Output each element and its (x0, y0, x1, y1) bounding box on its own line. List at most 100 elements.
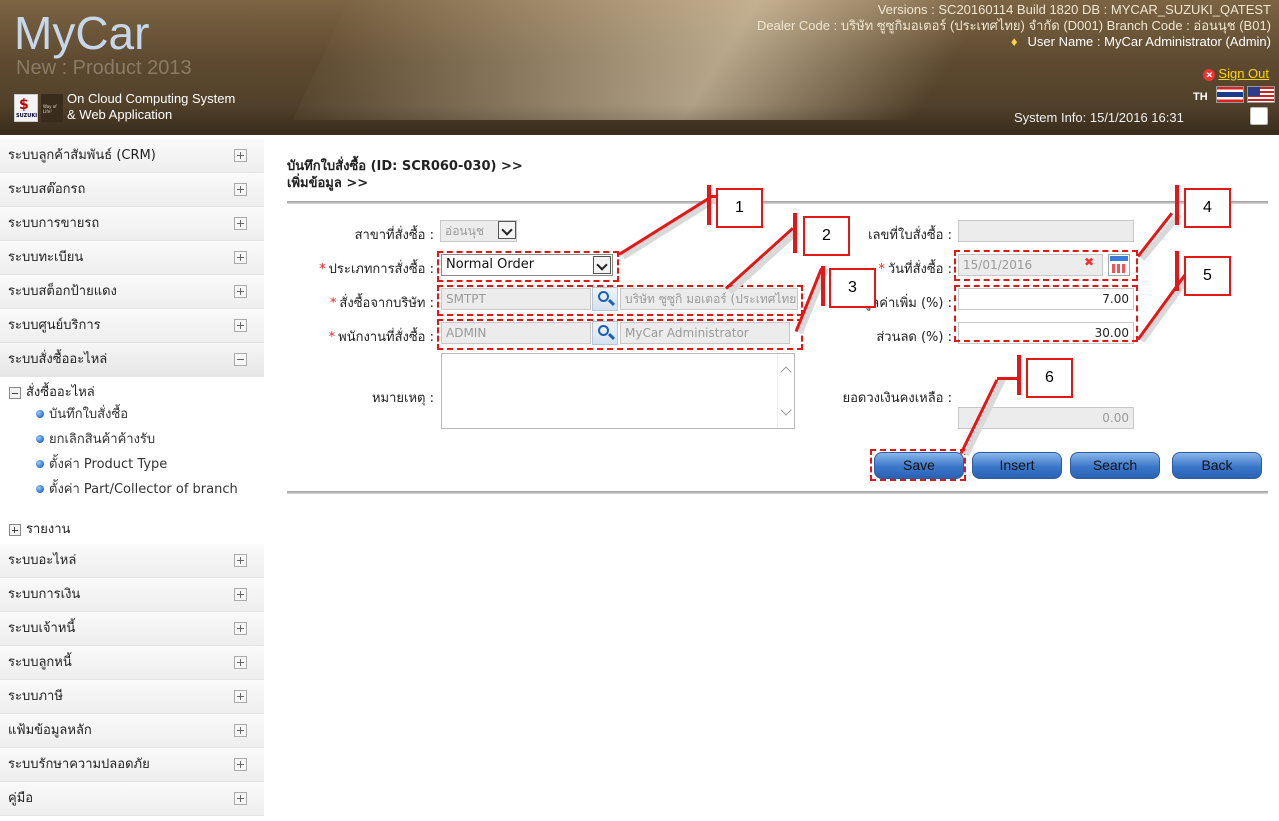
insert-button[interactable]: Insert (972, 452, 1062, 479)
divider-bottom (287, 491, 1268, 494)
bullet-icon (36, 410, 44, 418)
back-button[interactable]: Back (1172, 452, 1262, 479)
callout-2: 2 (803, 216, 850, 256)
remark-label: หมายเหตุ : (371, 391, 434, 406)
breadcrumb-action: เพิ่มข้อมูล >> (287, 176, 369, 191)
highlight-vat-discount (954, 285, 1138, 342)
sidebar-item-parts-ordering[interactable]: ระบบสั่งซื้ออะไหล่ (0, 343, 264, 377)
balance-label: ยอดวงเงินคงเหลือ : (842, 391, 952, 406)
version-info: Versions : SC20160114 Build 1820 DB : MY… (877, 2, 1271, 17)
collapse-icon[interactable] (9, 387, 21, 399)
suzuki-logo-icon: $ SUZUKI (14, 94, 38, 122)
app-logo-subtitle: New : Product 2013 (16, 57, 192, 79)
close-icon: ✕ (1203, 69, 1216, 81)
leader-4 (1136, 212, 1174, 258)
collapse-icon[interactable] (234, 353, 247, 366)
user-info: ♦ User Name : MyCar Administrator (Admin) (1010, 34, 1271, 49)
breadcrumb-page: บันทึกใบสั่งซื้อ (ID: SCR060-030) >> (287, 159, 523, 174)
us-flag-icon[interactable] (1247, 86, 1275, 103)
callout-1-tick (707, 185, 711, 225)
employee-label: * พนักงานที่สั่งซื้อ : (328, 330, 434, 345)
callout-3: 3 (829, 268, 876, 308)
sidebar-item-security[interactable]: ระบบรักษาความปลอดภัย (0, 748, 264, 782)
tree-leaf-cancel-backorder[interactable]: ยกเลิกสินค้าค้างรับ (0, 428, 264, 453)
tree-leaf-record-po[interactable]: บันทึกใบสั่งซื้อ (0, 403, 264, 428)
chevron-up-icon[interactable] (780, 366, 792, 378)
sign-out-link[interactable]: ✕ Sign Out (1203, 66, 1269, 81)
sidebar-item-red-plate-stock[interactable]: ระบบสต็อกป้ายแดง (0, 275, 264, 309)
expand-icon[interactable] (234, 758, 247, 771)
sidebar-item-car-sales[interactable]: ระบบการขายรถ (0, 207, 264, 241)
callout-6: 6 (1026, 358, 1073, 398)
remark-textarea[interactable] (441, 353, 795, 429)
order-type-label: * ประเภทการสั่งซื้อ : (319, 262, 434, 277)
cloud-tagline: On Cloud Computing System & Web Applicat… (67, 91, 235, 123)
sidebar-item-master-data[interactable]: แฟ้มข้อมูลหลัก (0, 714, 264, 748)
leader-5 (1136, 269, 1190, 341)
expand-icon[interactable] (234, 588, 247, 601)
leader-2 (724, 227, 794, 290)
tree-leaf-part-collector[interactable]: ตั้งค่า Part/Collector of branch (0, 478, 264, 520)
expand-icon[interactable] (234, 724, 247, 737)
branch-dropdown-arrow[interactable] (495, 220, 517, 242)
sidebar-item-tax[interactable]: ระบบภาษี (0, 680, 264, 714)
app-logo-title: MyCar (14, 7, 150, 59)
sidebar: ระบบลูกค้าสัมพันธ์ (CRM) ระบบสต๊อกรถ ระบ… (0, 139, 264, 816)
expand-icon[interactable] (234, 251, 247, 264)
sidebar-item-registration[interactable]: ระบบทะเบียน (0, 241, 264, 275)
cloud-tagline-line1: On Cloud Computing System (67, 91, 236, 106)
expand-icon[interactable] (9, 524, 21, 536)
callout-1: 1 (716, 188, 763, 228)
highlight-employee (437, 319, 803, 350)
expand-icon[interactable] (234, 792, 247, 805)
way-of-life-logo-icon: Way of Life! (41, 94, 63, 122)
chevron-down-icon (498, 221, 516, 239)
expand-icon[interactable] (234, 285, 247, 298)
sidebar-item-receivables[interactable]: ระบบลูกหนี้ (0, 646, 264, 680)
chevron-down-icon[interactable] (780, 404, 792, 416)
callout-5: 5 (1184, 256, 1231, 296)
callout-6-tick (1017, 355, 1021, 395)
callout-2-tick (793, 213, 797, 253)
supplier-label: * สั่งซื้อจากบริษัท : (329, 296, 434, 311)
sidebar-item-payables[interactable]: ระบบเจ้าหนี้ (0, 612, 264, 646)
tree-node-parts-order[interactable]: สั่งซื้ออะไหล่ (0, 383, 264, 403)
leader-6b (997, 377, 1019, 380)
sidebar-item-finance[interactable]: ระบบการเงิน (0, 578, 264, 612)
bullet-icon (36, 460, 44, 468)
scrollbar[interactable] (777, 354, 794, 428)
search-button[interactable]: Search (1070, 452, 1160, 479)
sidebar-item-manual[interactable]: คู่มือ (0, 782, 264, 816)
parts-ordering-tree: สั่งซื้ออะไหล่ บันทึกใบสั่งซื้อ ยกเลิกสิ… (0, 377, 264, 544)
callout-4-tick (1175, 185, 1179, 225)
branch-label: สาขาที่สั่งซื้อ : (354, 228, 434, 243)
thai-flag-icon[interactable] (1216, 86, 1244, 103)
order-no-field (958, 220, 1134, 242)
highlight-supplier (437, 285, 803, 316)
expand-icon[interactable] (234, 149, 247, 162)
sidebar-item-crm[interactable]: ระบบลูกค้าสัมพันธ์ (CRM) (0, 139, 264, 173)
language-label: TH (1193, 91, 1208, 103)
highlight-order-type (437, 251, 619, 282)
expand-icon[interactable] (234, 183, 247, 196)
divider-top (287, 201, 1268, 204)
tree-node-report[interactable]: รายงาน (0, 520, 264, 544)
dealer-info: Dealer Code : บริษัท ซูซูกิมอเตอร์ (ประเ… (757, 18, 1271, 33)
highlight-save (870, 449, 966, 481)
system-info-checkbox[interactable] (1250, 107, 1268, 125)
cloud-tagline-line2: & Web Application (67, 107, 173, 122)
sidebar-item-car-stock[interactable]: ระบบสต๊อกรถ (0, 173, 264, 207)
tree-leaf-product-type[interactable]: ตั้งค่า Product Type (0, 453, 264, 478)
callout-4: 4 (1184, 188, 1231, 228)
expand-icon[interactable] (234, 217, 247, 230)
expand-icon[interactable] (234, 656, 247, 669)
expand-icon[interactable] (234, 622, 247, 635)
sidebar-item-service-center[interactable]: ระบบศูนย์บริการ (0, 309, 264, 343)
expand-icon[interactable] (234, 554, 247, 567)
header-info: Versions : SC20160114 Build 1820 DB : MY… (757, 2, 1271, 50)
expand-icon[interactable] (234, 690, 247, 703)
bullet-icon (36, 485, 44, 493)
sidebar-item-parts[interactable]: ระบบอะไหล่ (0, 544, 264, 578)
bullet-icon (36, 435, 44, 443)
expand-icon[interactable] (234, 319, 247, 332)
